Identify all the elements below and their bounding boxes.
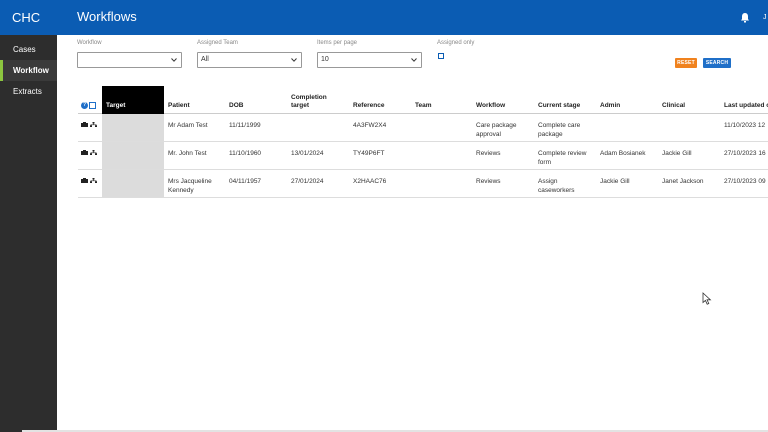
cell-last-updated: 11/10/2023 12 (724, 122, 766, 129)
cell-workflow: Reviews (476, 150, 501, 157)
cell-dob: 11/11/1999 (229, 122, 261, 129)
user-menu[interactable]: J (763, 14, 767, 21)
hierarchy-icon[interactable] (90, 150, 97, 155)
cell-reference: X2HAAC76 (353, 178, 387, 185)
page-title: Workflows (77, 9, 137, 24)
cell-completion: 13/01/2024 (291, 150, 324, 157)
cell-completion: 27/01/2024 (291, 178, 324, 185)
cell-workflow: Care package approval (476, 122, 517, 138)
table-row[interactable]: Mrs Jacqueline Kennedy 04/11/1957 27/01/… (78, 170, 768, 198)
top-header: Workflows J (57, 0, 768, 35)
cell-last-updated: 27/10/2023 16 (724, 150, 766, 157)
column-team[interactable]: Team (415, 102, 432, 110)
cell-patient: Mrs Jacqueline Kennedy (168, 178, 212, 194)
cell-reference: 4A3FW2X4 (353, 122, 387, 129)
workflow-select[interactable] (77, 52, 182, 68)
app: CHC Cases Workflow Extracts Workflows J … (0, 0, 768, 432)
cell-stage: Assign caseworkers (538, 178, 575, 194)
column-completion-target[interactable]: Completion target (291, 94, 331, 110)
sidebar-item-workflow[interactable]: Workflow (0, 60, 57, 81)
column-current-stage[interactable]: Current stage (538, 102, 580, 110)
cell-dob: 04/11/1957 (229, 178, 262, 185)
brand-logo[interactable]: CHC (0, 0, 57, 35)
filter-bar: Workflow Assigned Team All Items per pag… (77, 40, 767, 80)
hierarchy-icon[interactable] (90, 122, 97, 127)
sidebar-item-extracts[interactable]: Extracts (0, 81, 57, 102)
cell-stage: Complete care package (538, 122, 581, 138)
cell-admin: Adam Bosianek (600, 150, 646, 157)
bell-icon[interactable] (740, 12, 750, 23)
column-reference[interactable]: Reference (353, 102, 384, 110)
per-page-label: Items per page (317, 40, 358, 46)
cell-patient: Mr Adam Test (168, 122, 208, 129)
assigned-only-checkbox[interactable] (438, 53, 444, 59)
briefcase-icon[interactable] (81, 178, 88, 183)
per-page-value: 10 (321, 56, 329, 63)
table-header: ? Target Patient DOB Completion target R… (78, 86, 768, 114)
column-workflow[interactable]: Workflow (476, 102, 505, 110)
column-dob[interactable]: DOB (229, 102, 243, 110)
column-target[interactable]: Target (102, 86, 164, 114)
cell-reference: TY49P6FT (353, 150, 385, 157)
table-row[interactable]: Mr Adam Test 11/11/1999 4A3FW2X4 Care pa… (78, 114, 768, 142)
sidebar: CHC Cases Workflow Extracts (0, 0, 57, 432)
cell-last-updated: 27/10/2023 09 (724, 178, 766, 185)
search-button[interactable]: SEARCH (703, 58, 731, 68)
workflow-filter-label: Workflow (77, 40, 102, 46)
briefcase-icon[interactable] (81, 122, 88, 127)
cell-clinical: Janet Jackson (662, 178, 704, 185)
help-icon[interactable]: ? (81, 102, 88, 109)
column-admin[interactable]: Admin (600, 102, 620, 110)
chevron-down-icon (411, 58, 417, 62)
chevron-down-icon (291, 58, 297, 62)
team-select-value: All (201, 56, 209, 63)
team-filter-label: Assigned Team (197, 40, 238, 46)
column-patient[interactable]: Patient (168, 102, 190, 110)
mouse-cursor-icon (702, 292, 712, 305)
hierarchy-icon[interactable] (90, 178, 97, 183)
cell-clinical: Jackie Gill (662, 150, 692, 157)
column-clinical[interactable]: Clinical (662, 102, 685, 110)
table-row[interactable]: Mr. John Test 11/10/1960 13/01/2024 TY49… (78, 142, 768, 170)
cell-admin: Jackie Gill (600, 178, 630, 185)
sidebar-item-cases[interactable]: Cases (0, 39, 57, 60)
cell-patient: Mr. John Test (168, 150, 207, 157)
workflows-table: ? Target Patient DOB Completion target R… (78, 86, 768, 198)
cell-dob: 11/10/1960 (229, 150, 262, 157)
per-page-select[interactable]: 10 (317, 52, 422, 68)
cell-stage: Complete review form (538, 150, 587, 166)
reset-button[interactable]: RESET (675, 58, 697, 68)
briefcase-icon[interactable] (81, 150, 88, 155)
chevron-down-icon (171, 58, 177, 62)
column-last-updated[interactable]: Last updated o (724, 102, 768, 110)
assigned-only-label: Assigned only (437, 40, 475, 46)
columns-icon[interactable] (89, 102, 96, 109)
cell-workflow: Reviews (476, 178, 501, 185)
team-select[interactable]: All (197, 52, 302, 68)
